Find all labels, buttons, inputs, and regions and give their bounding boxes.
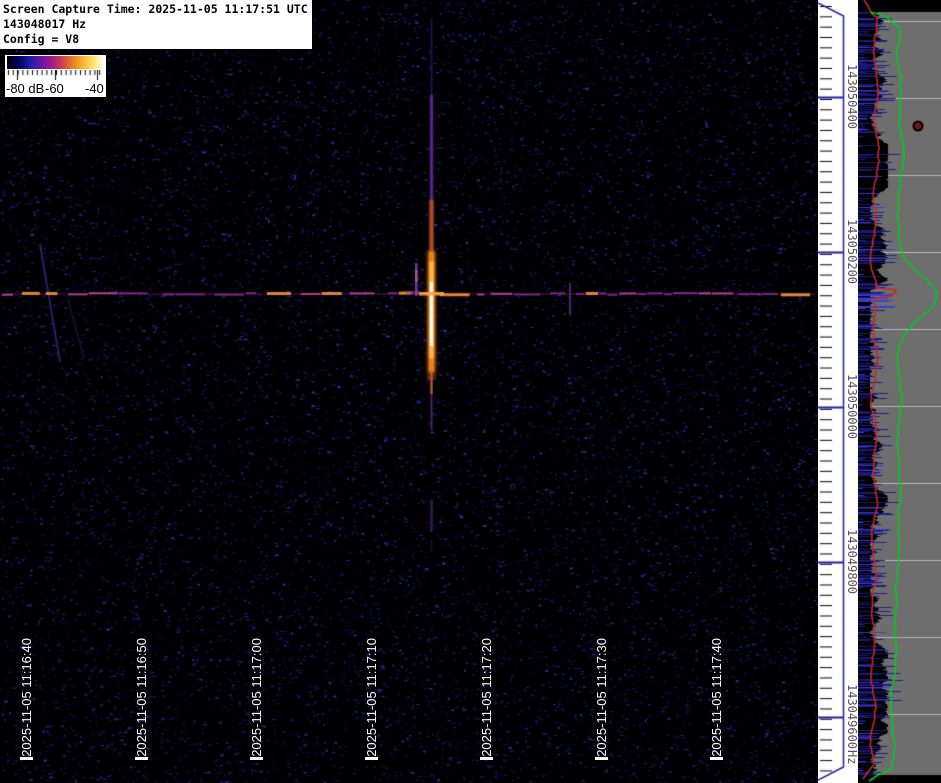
time-axis-label: 2025-11-05 11:17:40 — [709, 638, 724, 757]
frequency-axis-label: 143049600 — [845, 684, 859, 750]
capture-time-text: Screen Capture Time: 2025-11-05 11:17:51… — [3, 2, 308, 16]
color-scale-legend: -80 dB -60 -40 — [5, 55, 106, 97]
scale-label-80db: -80 dB — [6, 81, 45, 96]
capture-info-box: Screen Capture Time: 2025-11-05 11:17:51… — [0, 0, 313, 50]
spectrum-amplitude-panel — [858, 0, 941, 783]
scale-label-40: -40 — [85, 81, 104, 96]
color-scale-gradient — [7, 56, 104, 69]
frequency-axis-label: 143050200 — [845, 219, 859, 285]
time-axis-label: 2025-11-05 11:17:20 — [479, 638, 494, 757]
scale-label-60: -60 — [45, 81, 64, 96]
time-axis-label: 2025-11-05 11:17:30 — [594, 638, 609, 757]
time-axis-label: 2025-11-05 11:16:40 — [19, 638, 34, 757]
frequency-axis-label: 143050000 — [845, 374, 859, 440]
time-axis-label: 2025-11-05 11:16:50 — [134, 638, 149, 757]
color-scale-ticks — [7, 70, 104, 80]
time-tick-mark — [135, 757, 148, 760]
time-axis-label: 2025-11-05 11:17:10 — [364, 638, 379, 757]
time-tick-mark — [710, 757, 723, 760]
time-tick-mark — [20, 757, 33, 760]
waterfall-spectrogram — [0, 0, 818, 783]
time-axis-label: 2025-11-05 11:17:00 — [249, 638, 264, 757]
time-tick-mark — [480, 757, 493, 760]
center-frequency-text: 143048017 Hz — [3, 17, 87, 31]
frequency-axis-label: 143049800 — [845, 529, 859, 595]
frequency-axis-label: 143050400 — [845, 64, 859, 130]
time-tick-mark — [365, 757, 378, 760]
config-text: Config = V8 — [3, 32, 80, 46]
spectrogram-capture-window: Screen Capture Time: 2025-11-05 11:17:51… — [0, 0, 941, 783]
frequency-unit-label: Hz — [845, 750, 859, 765]
time-tick-mark — [595, 757, 608, 760]
time-tick-mark — [250, 757, 263, 760]
